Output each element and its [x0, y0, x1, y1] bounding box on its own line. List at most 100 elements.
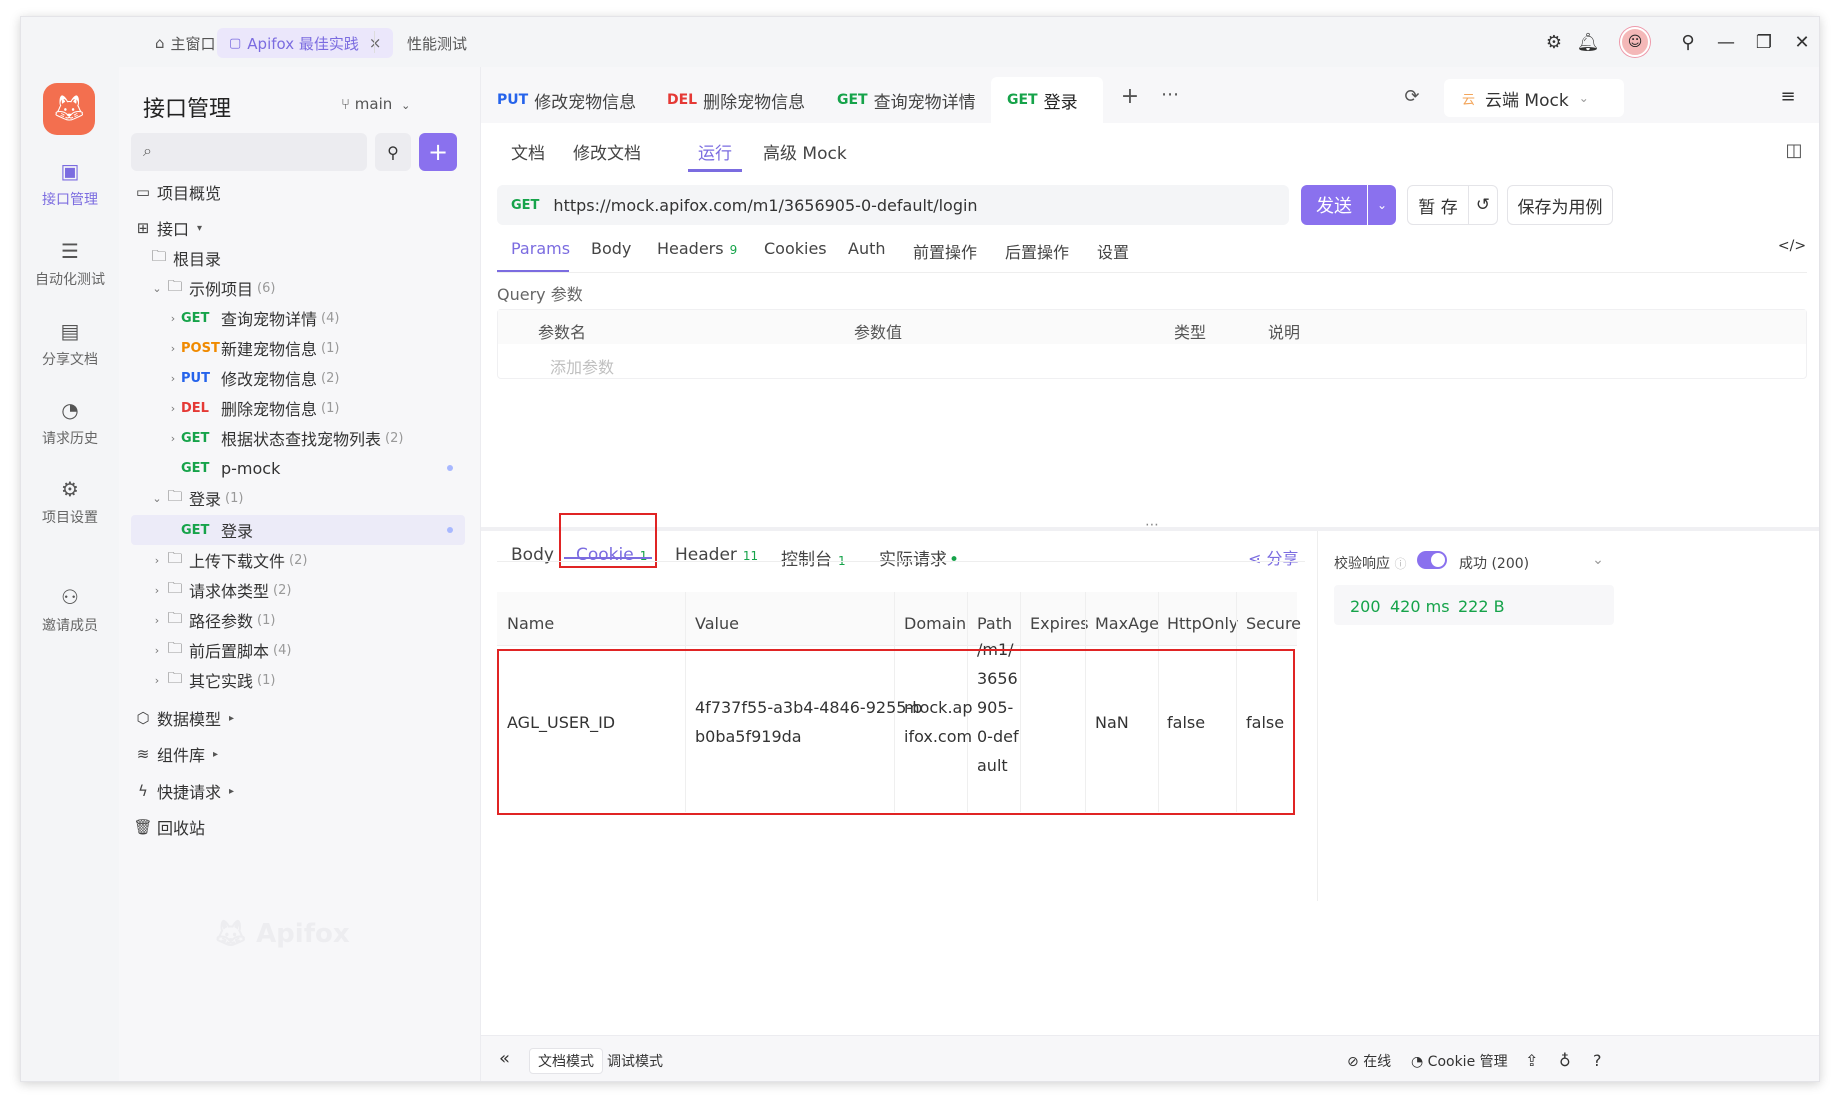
- tree-item-api[interactable]: ⊞ 接口 ▾: [133, 213, 467, 243]
- response-size: 222 B: [1458, 597, 1505, 616]
- restore-icon[interactable]: ❐: [1753, 31, 1775, 53]
- chevron-down-icon[interactable]: ⌄: [1587, 549, 1609, 571]
- tree-item-overview[interactable]: ▭ 项目概览: [133, 177, 467, 207]
- drag-handle-icon[interactable]: ⋯: [1145, 517, 1159, 533]
- add-param-input[interactable]: 添加参数: [550, 354, 614, 378]
- tree-item-path-params[interactable]: › 🗀︎ 路径参数 (1): [149, 605, 483, 635]
- filter-button[interactable]: ⚲: [375, 133, 411, 171]
- rail-item-history[interactable]: ◔ 请求历史: [21, 398, 119, 448]
- doc-mode-button[interactable]: 文档模式: [529, 1048, 603, 1074]
- url-input[interactable]: GET https://mock.apifox.com/m1/3656905-0…: [497, 185, 1289, 225]
- rail-item-label: 邀请成员: [42, 618, 98, 634]
- tree-item-login-folder[interactable]: ⌄ 🗀︎ 登录 (1): [149, 483, 483, 513]
- add-button[interactable]: +: [419, 133, 457, 171]
- bell-icon[interactable]: 🔔︎: [1577, 31, 1600, 53]
- help-icon[interactable]: ?: [1593, 1051, 1602, 1070]
- search-input[interactable]: ⌕: [131, 133, 367, 171]
- request-tab-delete-pet[interactable]: DEL 删除宠物信息: [651, 77, 821, 123]
- undo-button[interactable]: ↺: [1468, 185, 1498, 225]
- tree-item-api-p-mock[interactable]: GET p-mock: [165, 453, 465, 483]
- tree-item-upload-download[interactable]: › 🗀︎ 上传下载文件 (2): [149, 545, 483, 575]
- request-tab-query-pet[interactable]: GET 查询宠物详情: [821, 77, 991, 123]
- response-tab-header[interactable]: Header 11: [675, 545, 758, 565]
- panel-splitter[interactable]: ⋯: [481, 517, 1819, 533]
- cookie-manage-button[interactable]: ◔ Cookie 管理: [1411, 1051, 1508, 1071]
- tab-main-window[interactable]: ⌂ 主窗口: [155, 28, 216, 58]
- code-icon[interactable]: </>: [1778, 235, 1806, 257]
- rail-item-automation[interactable]: ☰ 自动化测试: [21, 239, 119, 289]
- branch-selector[interactable]: ⑂ main ⌄: [341, 95, 410, 113]
- save-draft-button[interactable]: 暂 存: [1407, 185, 1469, 225]
- avatar[interactable]: ☺: [1620, 27, 1650, 57]
- minimize-icon[interactable]: —: [1715, 31, 1737, 53]
- close-icon[interactable]: ×: [369, 34, 382, 52]
- subtab-edit-doc[interactable]: 修改文档: [573, 139, 641, 164]
- subtab-run[interactable]: 运行: [698, 139, 732, 164]
- tree-item-other-practice[interactable]: › 🗀︎ 其它实践 (1): [149, 665, 483, 695]
- param-tab-auth[interactable]: Auth: [848, 239, 886, 258]
- tree-item-api-login[interactable]: GET 登录: [131, 515, 465, 545]
- tree-item-components[interactable]: ≋ 组件库 ▸: [133, 739, 467, 769]
- response-tab-console[interactable]: 控制台1: [781, 545, 846, 570]
- tree-item-api-find-by-status[interactable]: › GET 根据状态查找宠物列表 (2): [165, 423, 499, 453]
- send-dropdown-button[interactable]: ⌄: [1368, 185, 1396, 225]
- tree-item-quick-request[interactable]: ϟ 快捷请求 ▸: [133, 776, 467, 806]
- new-tab-plus-icon[interactable]: +: [1119, 84, 1141, 109]
- tree-item-scripts[interactable]: › 🗀︎ 前后置脚本 (4): [149, 635, 483, 665]
- gear-icon[interactable]: ⚙: [1543, 31, 1565, 53]
- param-tab-cookies[interactable]: Cookies: [764, 239, 827, 258]
- folder-icon: 🗀︎: [167, 608, 183, 627]
- tree-item-api-update-pet[interactable]: › PUT 修改宠物信息 (2): [165, 363, 499, 393]
- layout-toggle-icon[interactable]: ◫: [1783, 139, 1805, 161]
- collapse-sidebar-icon[interactable]: «: [499, 1048, 510, 1069]
- tab-best-practice[interactable]: ▢ Apifox 最佳实践 ×: [217, 28, 394, 58]
- tree-item-body-types[interactable]: › 🗀︎ 请求体类型 (2): [149, 575, 483, 605]
- param-tab-params[interactable]: Params: [511, 239, 570, 258]
- tree-item-recycle-bin[interactable]: 🗑︎ 回收站: [133, 812, 467, 842]
- param-tab-post-processors[interactable]: 后置操作: [1005, 239, 1069, 263]
- tree-item-root[interactable]: 🗀︎ 根目录: [149, 243, 483, 273]
- response-tab-body[interactable]: Body: [511, 545, 554, 565]
- environment-selector[interactable]: 云 云端 Mock ⌄: [1444, 79, 1624, 117]
- tree-item-api-query-pet[interactable]: › GET 查询宠物详情 (4): [165, 303, 499, 333]
- tree-item-api-delete-pet[interactable]: › DEL 删除宠物信息 (1): [165, 393, 499, 423]
- save-as-case-button[interactable]: 保存为用例: [1507, 185, 1613, 225]
- rail-item-invite-member[interactable]: ⚇ 邀请成员: [21, 585, 119, 635]
- subtab-advanced-mock[interactable]: 高级 Mock: [763, 139, 847, 164]
- tree-label: 路径参数: [189, 612, 254, 631]
- send-button[interactable]: 发送: [1301, 185, 1367, 225]
- param-tab-pre-processors[interactable]: 前置操作: [913, 239, 977, 263]
- tab-label: Apifox 最佳实践: [247, 34, 359, 53]
- request-tab-update-pet[interactable]: PUT 修改宠物信息: [481, 77, 651, 123]
- response-tab-actual-request[interactable]: 实际请求 •: [879, 545, 959, 570]
- param-tab-body[interactable]: Body: [591, 239, 631, 258]
- request-tab-login[interactable]: GET 登录: [991, 77, 1103, 123]
- tree-item-api-create-pet[interactable]: › POST 新建宠物信息 (1): [165, 333, 499, 363]
- share-button[interactable]: ⋖ 分享: [1248, 545, 1299, 569]
- response-time: 420 ms: [1390, 597, 1450, 616]
- share-label: 分享: [1266, 549, 1299, 568]
- more-icon[interactable]: ⋯: [1159, 83, 1181, 105]
- rail-item-api-management[interactable]: ▣ 接口管理: [21, 159, 119, 209]
- debug-mode-button[interactable]: 调试模式: [599, 1048, 671, 1074]
- refresh-icon[interactable]: ⟳: [1401, 85, 1423, 107]
- upload-icon[interactable]: ⇪: [1525, 1051, 1538, 1070]
- pin-icon[interactable]: ⚲: [1677, 31, 1699, 53]
- param-tab-headers[interactable]: Headers 9: [657, 239, 737, 258]
- rail-item-project-settings[interactable]: ⚙ 项目设置: [21, 477, 119, 527]
- method-badge: GET: [181, 460, 210, 476]
- menu-icon[interactable]: ≡: [1777, 85, 1799, 107]
- subtab-doc[interactable]: 文档: [511, 139, 545, 164]
- verify-toggle[interactable]: [1417, 551, 1447, 569]
- param-tab-settings[interactable]: 设置: [1097, 239, 1129, 263]
- chevron-down-icon: ⌄: [152, 281, 162, 295]
- online-status[interactable]: ⊘ 在线: [1347, 1051, 1391, 1071]
- response-splitter[interactable]: [1317, 531, 1318, 901]
- tab-performance-test[interactable]: 性能测试: [407, 28, 467, 58]
- rail-item-share-doc[interactable]: ▤ 分享文档: [21, 319, 119, 369]
- tree-item-data-models[interactable]: ⬡ 数据模型 ▸: [133, 703, 467, 733]
- tree-item-sample-project[interactable]: ⌄ 🗀︎ 示例项目 (6): [149, 273, 483, 303]
- shirt-icon[interactable]: ♁: [1559, 1051, 1571, 1070]
- close-window-icon[interactable]: ✕: [1791, 31, 1813, 53]
- app-window: ⌂ 主窗口 ▢ Apifox 最佳实践 × 性能测试 ⚙ 🔔︎ ☺ ⚲ — ❐ …: [20, 16, 1820, 1082]
